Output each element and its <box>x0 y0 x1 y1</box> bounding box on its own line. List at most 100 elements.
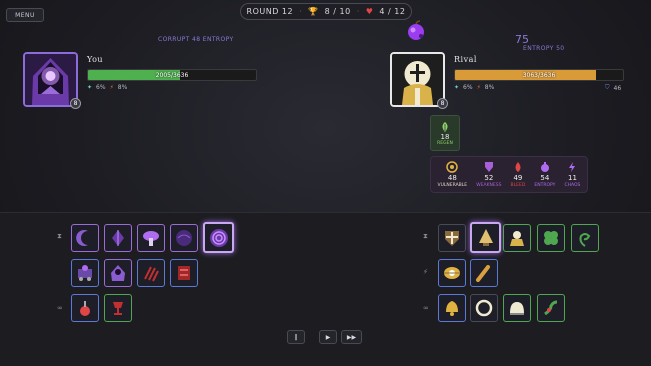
effect-entropy[interactable]: 54 ENTROPY <box>534 161 555 188</box>
rival-item-gecko[interactable] <box>537 294 565 322</box>
effect-value: 49 <box>513 174 523 182</box>
player-item-potion[interactable] <box>71 294 99 322</box>
fern-icon <box>579 233 591 247</box>
sage-icon <box>510 231 524 246</box>
effect-chaos[interactable]: 11 CHAOS <box>564 161 580 188</box>
effect-vulnerable[interactable]: 48 VULNERABLE <box>437 161 468 188</box>
effect-weakness[interactable]: 52 WEAKNESS <box>476 161 501 188</box>
claw-marks-icon <box>144 266 159 282</box>
round-label: ROUND 12 <box>246 7 294 16</box>
player-stat-a: 6% <box>96 84 106 91</box>
crescent-moon-icon <box>76 230 88 246</box>
play-button[interactable]: ▶ <box>319 330 337 344</box>
player-status-text: CORRUPT 48 ENTROPY <box>158 36 234 43</box>
haste-icon: ⚡ <box>476 84 481 91</box>
blood-drop-icon <box>515 162 521 172</box>
heart-icon: ♥ <box>365 7 374 16</box>
rival-hp-text: 3063/3636 <box>522 71 556 79</box>
void-orb-icon <box>176 230 192 246</box>
player-level-badge: 8 <box>70 98 81 109</box>
player-item-crescent[interactable] <box>71 224 99 252</box>
blood-tome-icon <box>178 266 190 280</box>
player-item-chalice[interactable] <box>104 294 132 322</box>
spiral-icon <box>209 228 228 247</box>
rival-item-laurel[interactable] <box>470 294 498 322</box>
clover-icon <box>544 231 558 245</box>
hooded-mage-icon <box>25 54 76 105</box>
trophy-icon: 🏆 <box>308 7 319 16</box>
rival-portrait[interactable] <box>390 52 445 107</box>
effect-label: WEAKNESS <box>476 183 502 188</box>
effect-value: 54 <box>540 174 550 182</box>
rival-mini-stats: ✦ 6% ⚡ 8% <box>454 84 494 91</box>
rival-item-lantern[interactable] <box>470 222 501 253</box>
player-item-shard[interactable] <box>104 224 132 252</box>
player-item-hooded[interactable] <box>104 259 132 287</box>
shield-icon: ⛉ <box>605 84 610 91</box>
mushroom-icon <box>143 231 159 246</box>
regen-buff[interactable]: 18 REGEN <box>430 115 460 151</box>
rival-item-clover[interactable] <box>537 224 565 252</box>
regen-value: 18 <box>440 132 450 141</box>
weakness-icon <box>484 162 493 172</box>
effect-label: CHAOS <box>564 183 581 188</box>
effect-value: 52 <box>484 174 494 182</box>
player-hp-text: 2005/3636 <box>155 71 189 79</box>
effect-label: ENTROPY <box>534 183 556 188</box>
corrupted-apple-icon <box>408 20 424 40</box>
shield-crest-icon <box>445 231 459 246</box>
leaf-icon <box>442 121 448 132</box>
target-icon <box>446 161 459 173</box>
player-item-tome[interactable] <box>170 259 198 287</box>
rival-name: Rival <box>454 55 477 64</box>
trophy-count: 8 / 10 <box>324 7 351 16</box>
haste-icon: ⚡ <box>109 84 114 91</box>
player-portrait[interactable] <box>23 52 78 107</box>
golden-knight-icon <box>392 54 443 105</box>
rival-stat-b: 8% <box>484 84 495 91</box>
hourglass-icon: ⧗ <box>423 232 428 240</box>
rival-stat-a: 6% <box>463 84 473 91</box>
menu-button[interactable]: MENU <box>6 8 44 22</box>
lives-count: 4 / 12 <box>379 7 406 16</box>
effect-bleed[interactable]: 49 BLEED <box>511 161 525 188</box>
rival-entropy-label: ENTROPY 50 <box>523 45 565 52</box>
player-item-claws[interactable] <box>137 259 165 287</box>
player-item-mushroom[interactable] <box>137 224 165 252</box>
entropy-flask-icon <box>540 162 549 172</box>
laurel-icon <box>475 299 493 317</box>
dome-icon <box>510 302 524 315</box>
round-status-bar: ROUND 12 · 🏆 8 / 10 · ♥ 4 / 12 <box>240 3 412 20</box>
separator: · <box>299 7 303 16</box>
effect-label: VULNERABLE <box>437 183 468 188</box>
rival-item-club[interactable] <box>470 259 498 287</box>
chalice-icon <box>113 302 123 315</box>
hooded-figure-icon <box>111 265 125 281</box>
rival-item-eye[interactable] <box>438 259 466 287</box>
rival-item-bell[interactable] <box>438 294 466 322</box>
crit-icon: ✦ <box>454 84 460 91</box>
fast-forward-button[interactable]: ▶▶ <box>341 330 362 344</box>
player-item-cart[interactable] <box>71 259 99 287</box>
crit-icon: ✦ <box>87 84 93 91</box>
player-stat-b: 8% <box>117 84 128 91</box>
gecko-icon <box>544 300 558 316</box>
player-item-spiral[interactable] <box>203 222 234 253</box>
lantern-icon <box>478 228 493 246</box>
potion-cart-icon <box>78 265 92 281</box>
hourglass-icon: ⧗ <box>57 232 62 240</box>
player-item-orb[interactable] <box>170 224 198 252</box>
rival-shield-value: 46 <box>613 84 622 92</box>
rival-item-fern[interactable] <box>571 224 599 252</box>
regen-label: REGEN <box>437 140 453 146</box>
club-icon <box>476 265 490 282</box>
red-potion-icon <box>80 301 90 316</box>
rival-item-sage[interactable] <box>503 224 531 252</box>
rival-effects-panel: 48 VULNERABLE 52 WEAKNESS 49 BLEED 54 EN… <box>430 156 588 193</box>
golden-eye-icon <box>444 267 460 279</box>
pause-button[interactable]: ‖ <box>287 330 305 344</box>
lightning-row-icon: ⚡ <box>423 268 428 276</box>
separator: · <box>356 7 360 16</box>
rival-item-shield[interactable] <box>438 224 466 252</box>
rival-item-dome[interactable] <box>503 294 531 322</box>
